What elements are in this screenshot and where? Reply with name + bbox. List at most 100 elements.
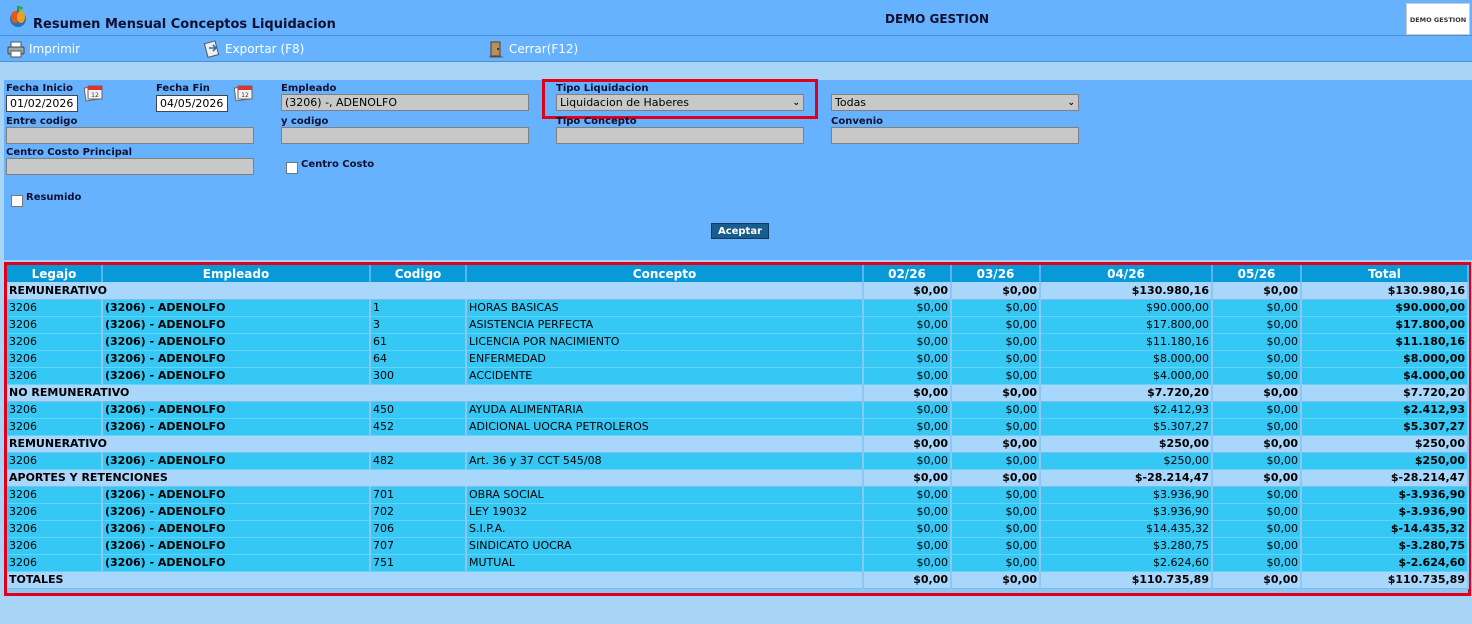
centro-costo-principal-input[interactable] — [6, 158, 254, 175]
amount-cell: $0,00 — [951, 537, 1041, 555]
convenio-label: Convenio — [831, 116, 884, 127]
empleado-cell: (3206) - ADENOLFO — [102, 316, 371, 334]
codigo-cell: 450 — [370, 401, 467, 419]
table-row[interactable]: 3206 (3206) - ADENOLFO 1 HORAS BASICAS $0,00… — [7, 299, 1469, 317]
column-header[interactable]: Concepto — [466, 265, 864, 282]
filter-panel: Fecha Inicio 01/02/2026 12 Fecha Fin 04/… — [4, 79, 1472, 260]
amount-cell: $0,00 — [951, 554, 1041, 572]
amount-cell: $0,00 — [863, 571, 952, 589]
column-header[interactable]: Total — [1301, 265, 1469, 282]
resumido-checkbox[interactable] — [11, 195, 23, 207]
close-button[interactable]: Cerrar(F12) — [487, 40, 578, 58]
column-header[interactable]: 04/26 — [1040, 265, 1213, 282]
amount-cell: $0,00 — [1212, 384, 1302, 402]
column-header[interactable]: Codigo — [370, 265, 467, 282]
amount-cell: $0,00 — [1212, 299, 1302, 317]
amount-cell: $0,00 — [951, 367, 1041, 385]
y-codigo-input[interactable] — [281, 127, 529, 144]
group-label: TOTALES — [7, 571, 864, 589]
amount-cell: $-28.214,47 — [1040, 469, 1213, 487]
export-button[interactable]: Exportar (F8) — [203, 40, 304, 58]
codigo-cell: 702 — [370, 503, 467, 521]
group-row[interactable]: APORTES Y RETENCIONES $0,00 $0,00 $-28.214,… — [7, 469, 1469, 487]
aceptar-button[interactable]: Aceptar — [711, 223, 769, 239]
table-row[interactable]: 3206 (3206) - ADENOLFO 3 ASISTENCIA PERFECT… — [7, 316, 1469, 334]
amount-cell: $250,00 — [1301, 435, 1469, 453]
amount-cell: $0,00 — [1212, 282, 1302, 300]
empleado-cell: (3206) - ADENOLFO — [102, 333, 371, 351]
table-row[interactable]: 3206 (3206) - ADENOLFO 482 Art. 36 y 37 CCT… — [7, 452, 1469, 470]
total-cell: $-3.936,90 — [1301, 486, 1469, 504]
group-row[interactable]: TOTALES $0,00 $0,00 $110.735,89 $0,00 $110.73… — [7, 571, 1469, 589]
column-header[interactable]: Empleado — [102, 265, 371, 282]
amount-cell: $0,00 — [951, 350, 1041, 368]
codigo-cell: 452 — [370, 418, 467, 436]
amount-cell: $0,00 — [863, 435, 952, 453]
empleado-label: Empleado — [281, 83, 337, 94]
table-row[interactable]: 3206 (3206) - ADENOLFO 64 ENFERMEDAD $0,00 $0… — [7, 350, 1469, 368]
todas-select[interactable]: Todas ⌄ — [831, 94, 1079, 111]
total-cell: $17.800,00 — [1301, 316, 1469, 334]
column-header[interactable]: 05/26 — [1212, 265, 1302, 282]
legajo-cell: 3206 — [7, 401, 103, 419]
amount-cell: $8.000,00 — [1040, 350, 1213, 368]
legajo-cell: 3206 — [7, 452, 103, 470]
amount-cell: $0,00 — [1212, 367, 1302, 385]
codigo-cell: 751 — [370, 554, 467, 572]
codigo-cell: 701 — [370, 486, 467, 504]
close-door-icon — [489, 41, 503, 58]
fecha-inicio-input[interactable]: 01/02/2026 — [6, 95, 78, 112]
empleado-input[interactable]: (3206) -, ADENOLFO — [281, 94, 529, 111]
table-row[interactable]: 3206 (3206) - ADENOLFO 450 AYUDA ALIMENTARI… — [7, 401, 1469, 419]
column-header[interactable]: 03/26 — [951, 265, 1041, 282]
legajo-cell: 3206 — [7, 537, 103, 555]
calendar-icon[interactable]: 12 — [82, 83, 104, 103]
convenio-input[interactable] — [831, 127, 1079, 144]
svg-text:12: 12 — [91, 92, 99, 99]
print-button[interactable]: Imprimir — [7, 40, 80, 58]
amount-cell: $0,00 — [1212, 316, 1302, 334]
table-row[interactable]: 3206 (3206) - ADENOLFO 751 MUTUAL $0,00 $0,00… — [7, 554, 1469, 572]
amount-cell: $3.280,75 — [1040, 537, 1213, 555]
table-row[interactable]: 3206 (3206) - ADENOLFO 701 OBRA SOCIAL $0,00… — [7, 486, 1469, 504]
amount-cell: $0,00 — [863, 486, 952, 504]
table-row[interactable]: 3206 (3206) - ADENOLFO 707 SINDICATO UOCRA $… — [7, 537, 1469, 555]
entre-codigo-label: Entre codigo — [6, 116, 78, 127]
fecha-fin-input[interactable]: 04/05/2026 — [156, 95, 228, 112]
tipo-concepto-input[interactable] — [556, 127, 804, 144]
table-row[interactable]: 3206 (3206) - ADENOLFO 300 ACCIDENTE $0,00 $0… — [7, 367, 1469, 385]
calendar-icon[interactable]: 12 — [232, 83, 254, 103]
amount-cell: $0,00 — [951, 571, 1041, 589]
total-cell: $8.000,00 — [1301, 350, 1469, 368]
table-row[interactable]: 3206 (3206) - ADENOLFO 702 LEY 19032 $0,00 $0… — [7, 503, 1469, 521]
table-row[interactable]: 3206 (3206) - ADENOLFO 61 LICENCIA POR NACI… — [7, 333, 1469, 351]
empleado-cell: (3206) - ADENOLFO — [102, 554, 371, 572]
amount-cell: $0,00 — [863, 316, 952, 334]
amount-cell: $0,00 — [951, 384, 1041, 402]
entre-codigo-input[interactable] — [6, 127, 254, 144]
column-header[interactable]: 02/26 — [863, 265, 952, 282]
group-row[interactable]: REMUNERATIVO $0,00 $0,00 $130.980,16 $0,00 $1… — [7, 282, 1469, 300]
group-row[interactable]: NO REMUNERATIVO $0,00 $0,00 $7.720,20 $0,00 $… — [7, 384, 1469, 402]
amount-cell: $0,00 — [863, 418, 952, 436]
centro-costo-checkbox[interactable] — [286, 162, 298, 174]
column-header[interactable]: Legajo — [7, 265, 103, 282]
resumido-label: Resumido — [26, 192, 82, 203]
results-table: Legajo Empleado Codigo Concepto 02/26 03/26 04… — [7, 265, 1469, 589]
table-row[interactable]: 3206 (3206) - ADENOLFO 706 S.I.P.A. $0,00 $0,… — [7, 520, 1469, 538]
amount-cell: $0,00 — [1212, 571, 1302, 589]
group-row[interactable]: REMUNERATIVO $0,00 $0,00 $250,00 $0,00 $250,0… — [7, 435, 1469, 453]
legajo-cell: 3206 — [7, 316, 103, 334]
concepto-cell: MUTUAL — [466, 554, 864, 572]
legajo-cell: 3206 — [7, 418, 103, 436]
empleado-cell: (3206) - ADENOLFO — [102, 418, 371, 436]
legajo-cell: 3206 — [7, 520, 103, 538]
tipo-concepto-label: Tipo Concepto — [556, 116, 637, 127]
table-row[interactable]: 3206 (3206) - ADENOLFO 452 ADICIONAL UOCRA … — [7, 418, 1469, 436]
empleado-cell: (3206) - ADENOLFO — [102, 452, 371, 470]
amount-cell: $0,00 — [951, 520, 1041, 538]
highlight-box — [542, 79, 818, 119]
amount-cell: $0,00 — [1212, 486, 1302, 504]
close-label: Cerrar(F12) — [509, 42, 579, 56]
amount-cell: $0,00 — [1212, 452, 1302, 470]
